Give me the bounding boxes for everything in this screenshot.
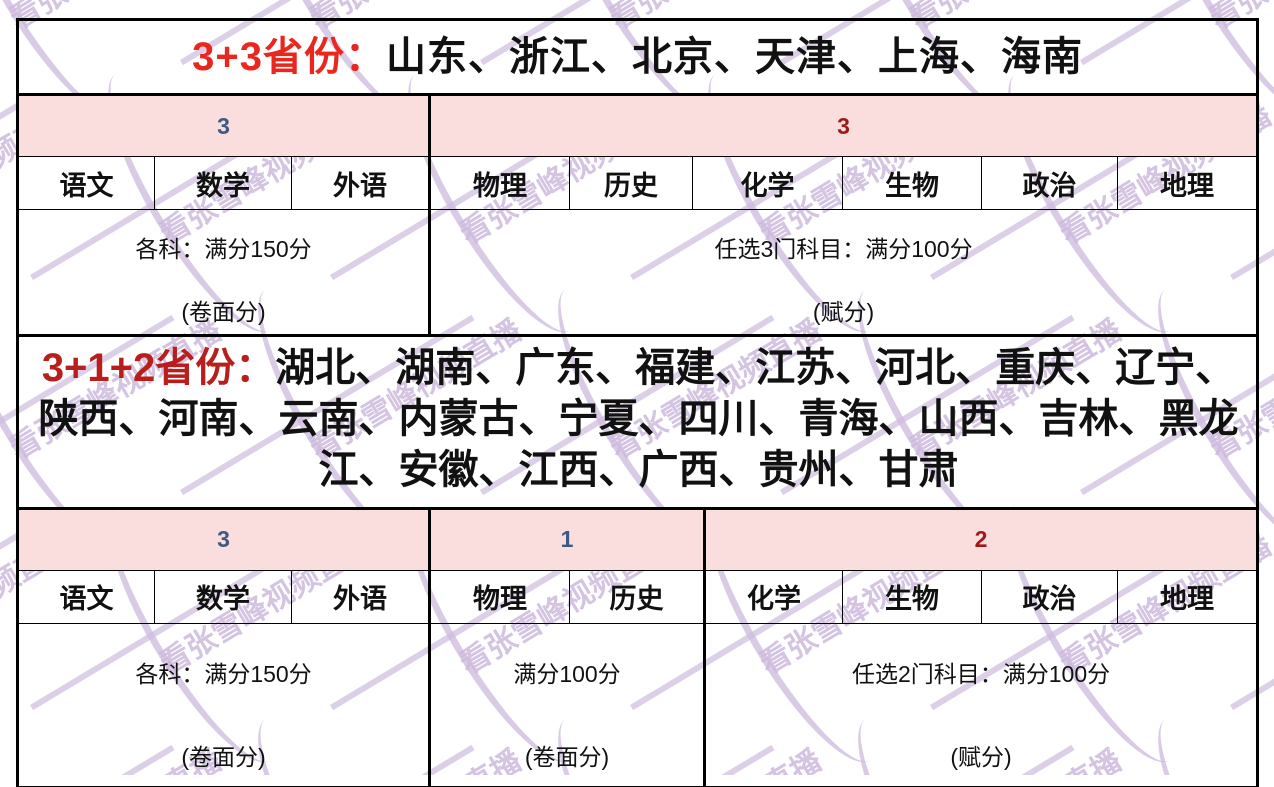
score-structure-sheet: 3+3省份：山东、浙江、北京、天津、上海、海南 3 3 语文 数学 外语 物理 … [15,18,1260,787]
subject-cell: 生物 [842,156,982,210]
title-312-tag: 3+1+2省份： [41,346,276,390]
subject-cell: 物理 [429,569,570,624]
table-33-group-row: 3 3 [16,93,1260,157]
table-312: 3+1+2省份：湖北、湖南、广东、福建、江苏、河北、重庆、辽宁、陕西、河南、云南… [15,336,1260,787]
subject-cell: 地理 [1116,156,1260,210]
title-33-provinces: 山东、浙江、北京、天津、上海、海南 [385,35,1083,79]
table-312-title-row: 3+1+2省份：湖北、湖南、广东、福建、江苏、河北、重庆、辽宁、陕西、河南、云南… [15,336,1260,509]
score-33-required: 各科：满分150分 (卷面分) [16,209,431,337]
title-312: 3+1+2省份：湖北、湖南、广东、福建、江苏、河北、重庆、辽宁、陕西、河南、云南… [15,336,1260,509]
subject-cell: 生物 [842,569,982,624]
subject-cell: 历史 [569,156,693,210]
table-33-score-row: 各科：满分150分 (卷面分) 任选3门科目：满分100分 (赋分) [16,209,1260,337]
table-33: 3+3省份：山东、浙江、北京、天津、上海、海南 3 3 语文 数学 外语 物理 … [15,18,1260,337]
table-312-score-row: 各科：满分150分 (卷面分) 满分100分 (卷面分) 任选2门科目：满分10… [16,622,1260,787]
table-33-subject-row: 语文 数学 外语 物理 历史 化学 生物 政治 地理 [16,156,1260,210]
watermark-swoosh [0,55,1,353]
subject-cell: 政治 [981,569,1118,624]
title-33: 3+3省份：山东、浙江、北京、天津、上海、海南 [15,18,1260,95]
subject-cell: 化学 [692,156,843,210]
subject-cell: 化学 [704,569,843,624]
subject-cell: 历史 [569,569,706,624]
group-count-312-primary: 1 [429,506,706,571]
subject-cell: 地理 [1116,569,1260,624]
title-33-tag: 3+3省份： [192,35,386,79]
watermark-swoosh [0,485,1,775]
subject-cell: 数学 [154,569,292,624]
table-312-subject-row: 语文 数学 外语 物理 历史 化学 生物 政治 地理 [16,569,1260,624]
subject-cell: 外语 [291,156,431,210]
score-312-primary: 满分100分 (卷面分) [429,622,706,787]
group-count-312-secondary: 2 [703,506,1260,571]
subject-cell: 语文 [16,569,155,624]
score-33-elective: 任选3门科目：满分100分 (赋分) [428,209,1260,337]
group-count-33-elective: 3 [428,93,1260,157]
score-312-secondary: 任选2门科目：满分100分 (赋分) [703,622,1260,787]
subject-cell: 数学 [154,156,292,210]
table-33-title-row: 3+3省份：山东、浙江、北京、天津、上海、海南 [15,18,1260,95]
subject-cell: 物理 [429,156,570,210]
score-312-required: 各科：满分150分 (卷面分) [16,622,431,787]
subject-cell: 语文 [16,156,155,210]
group-count-312-required: 3 [16,506,431,571]
table-312-group-row: 3 1 2 [16,506,1260,571]
subject-cell: 政治 [981,156,1118,210]
subject-cell: 外语 [291,569,431,624]
group-count-33-required: 3 [16,93,431,157]
